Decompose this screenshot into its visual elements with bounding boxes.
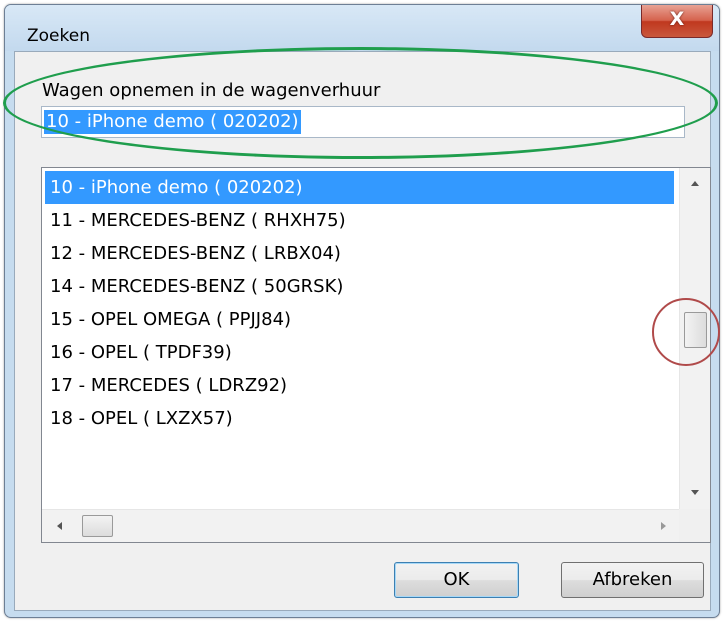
- search-input-value: 10 - iPhone demo ( 020202): [44, 110, 301, 134]
- vehicle-listbox[interactable]: 10 - iPhone demo ( 020202) 11 - MERCEDES…: [41, 167, 711, 543]
- cancel-button[interactable]: Afbreken: [561, 562, 704, 598]
- search-input[interactable]: 10 - iPhone demo ( 020202): [41, 106, 685, 138]
- prompt-label: Wagen opnemen in de wagenverhuur: [42, 80, 381, 101]
- window-title: Zoeken: [27, 26, 90, 46]
- ok-button[interactable]: OK: [394, 562, 519, 598]
- list-item[interactable]: 12 - MERCEDES-BENZ ( LRBX04): [45, 237, 674, 270]
- vertical-scroll-thumb[interactable]: [684, 312, 707, 348]
- list-item[interactable]: 10 - iPhone demo ( 020202): [45, 171, 674, 204]
- list-item[interactable]: 16 - OPEL ( TPDF39): [45, 336, 674, 369]
- scroll-right-icon[interactable]: [661, 522, 666, 530]
- close-icon: X: [669, 8, 685, 30]
- title-bar[interactable]: Zoeken X: [5, 5, 719, 51]
- list-item[interactable]: 18 - OPEL ( LXZX57): [45, 402, 674, 435]
- scroll-down-icon[interactable]: [691, 490, 699, 495]
- close-button[interactable]: X: [641, 5, 713, 38]
- scroll-left-icon[interactable]: [57, 522, 62, 530]
- vertical-scrollbar[interactable]: [679, 168, 710, 510]
- scrollbar-corner: [679, 509, 710, 542]
- list-item[interactable]: 14 - MERCEDES-BENZ ( 50GRSK): [45, 270, 674, 303]
- dialog-body: Wagen opnemen in de wagenverhuur 10 - iP…: [14, 51, 711, 611]
- list-item[interactable]: 15 - OPEL OMEGA ( PPJJ84): [45, 303, 674, 336]
- list-item[interactable]: 11 - MERCEDES-BENZ ( RHXH75): [45, 204, 674, 237]
- horizontal-scrollbar[interactable]: [42, 509, 679, 542]
- horizontal-scroll-thumb[interactable]: [82, 515, 113, 537]
- scroll-up-icon[interactable]: [691, 181, 699, 186]
- list-item[interactable]: 17 - MERCEDES ( LDRZ92): [45, 369, 674, 402]
- search-dialog: Zoeken X Wagen opnemen in de wagenverhuu…: [4, 4, 720, 618]
